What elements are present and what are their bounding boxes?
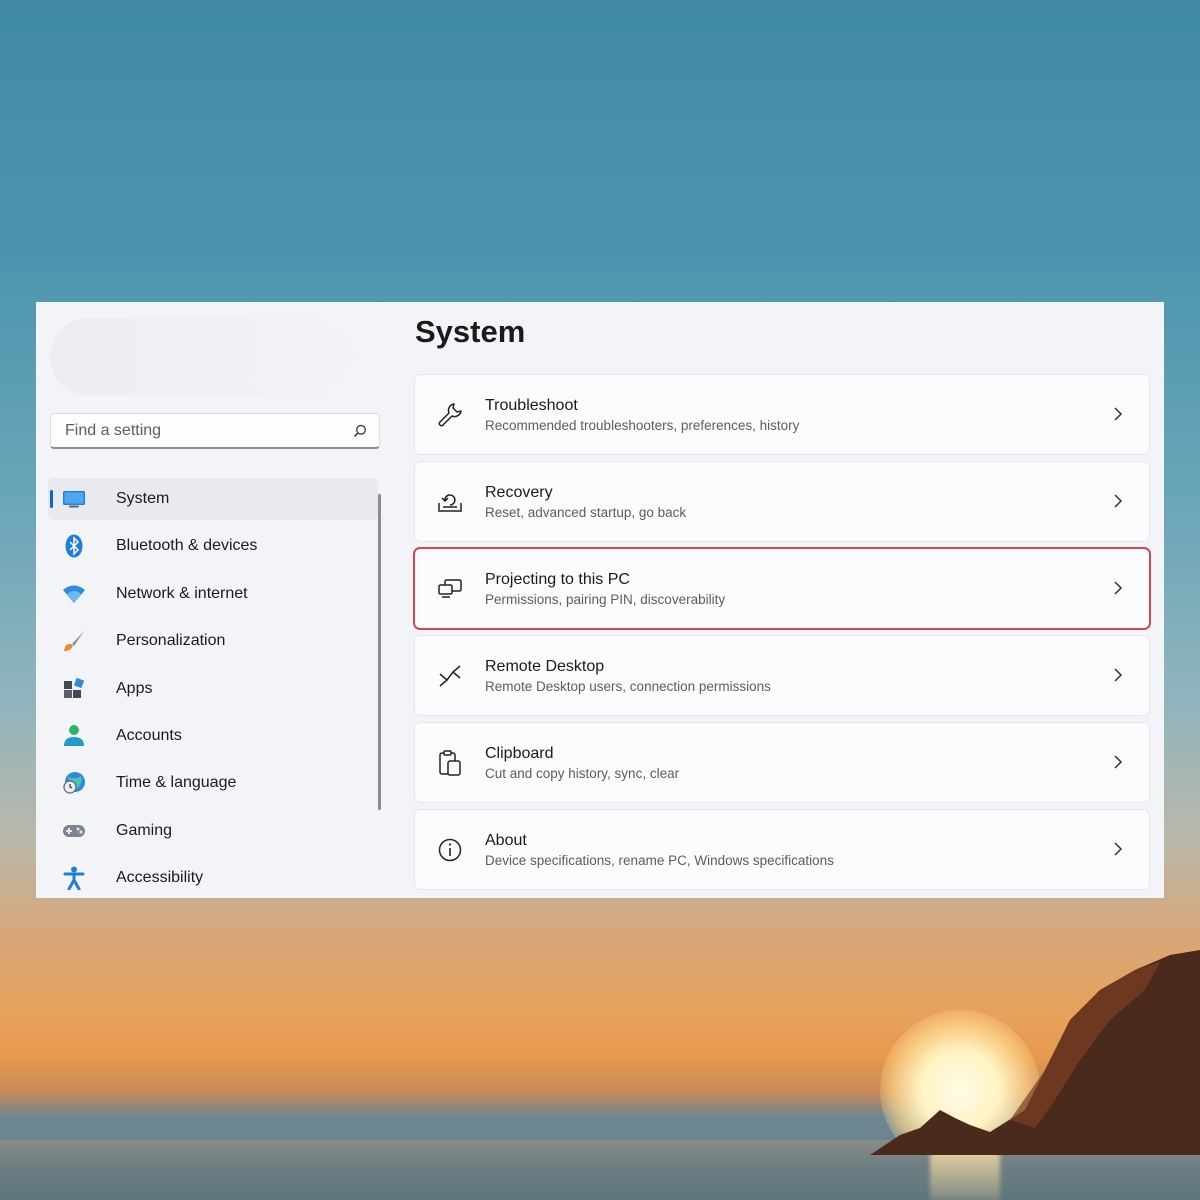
card-subtitle: Permissions, pairing PIN, discoverabilit… <box>485 592 726 607</box>
card-title: About <box>485 832 527 849</box>
wrench-icon <box>435 400 465 430</box>
sidebar-scrollbar[interactable] <box>378 494 381 810</box>
projecting-icon <box>435 574 465 604</box>
sidebar-item-network[interactable]: Network & internet <box>48 573 378 615</box>
card-title: Recovery <box>485 484 553 501</box>
sidebar-item-personalization[interactable]: Personalization <box>48 620 378 662</box>
card-clipboard[interactable]: Clipboard Cut and copy history, sync, cl… <box>415 723 1149 802</box>
sidebar-item-label: Apps <box>116 679 153 697</box>
info-icon <box>435 835 465 865</box>
sidebar-item-gaming[interactable]: Gaming <box>48 810 378 852</box>
brush-icon <box>62 629 86 653</box>
accessibility-icon <box>62 866 86 891</box>
chevron-right-icon <box>1114 755 1123 769</box>
wifi-icon <box>62 582 86 606</box>
card-subtitle: Cut and copy history, sync, clear <box>485 766 680 781</box>
sidebar-item-label: System <box>116 490 170 507</box>
card-subtitle: Remote Desktop users, connection permiss… <box>485 679 771 694</box>
sidebar-item-label: Bluetooth & devices <box>116 537 258 555</box>
settings-window: System Bluetooth & devices Network & int… <box>36 302 1164 898</box>
chevron-right-icon <box>1114 581 1123 595</box>
sidebar-item-time-language[interactable]: Time & language <box>48 762 378 804</box>
card-title: Projecting to this PC <box>485 571 630 588</box>
page-title: System <box>415 314 526 349</box>
chevron-right-icon <box>1114 407 1123 421</box>
person-icon <box>62 724 86 748</box>
chevron-right-icon <box>1114 668 1123 682</box>
settings-list: Troubleshoot Recommended troubleshooters… <box>415 375 1149 897</box>
search-icon[interactable] <box>353 424 367 438</box>
card-recovery[interactable]: Recovery Reset, advanced startup, go bac… <box>415 462 1149 541</box>
card-title: Troubleshoot <box>485 397 578 414</box>
sidebar-item-label: Network & internet <box>116 584 248 602</box>
card-about[interactable]: About Device specifications, rename PC, … <box>415 810 1149 889</box>
active-indicator <box>50 490 53 508</box>
remote-desktop-icon <box>435 661 465 691</box>
sidebar-item-label: Gaming <box>116 821 173 839</box>
sidebar-item-label: Time & language <box>116 774 237 792</box>
bluetooth-icon <box>62 534 86 558</box>
card-projecting-to-this-pc[interactable]: Projecting to this PC Permissions, pairi… <box>415 549 1149 628</box>
user-profile-card[interactable] <box>50 318 354 396</box>
card-title: Remote Desktop <box>485 658 605 675</box>
card-subtitle: Device specifications, rename PC, Window… <box>485 853 834 868</box>
sidebar-item-bluetooth[interactable]: Bluetooth & devices <box>48 525 378 567</box>
recovery-icon <box>435 487 465 517</box>
sidebar-item-system[interactable]: System <box>48 478 378 520</box>
sidebar-item-accounts[interactable]: Accounts <box>48 715 378 757</box>
card-subtitle: Reset, advanced startup, go back <box>485 505 687 520</box>
clipboard-icon <box>435 748 465 778</box>
sidebar-item-label: Personalization <box>116 632 226 650</box>
card-remote-desktop[interactable]: Remote Desktop Remote Desktop users, con… <box>415 636 1149 715</box>
globe-clock-icon <box>62 771 86 795</box>
sidebar-nav: System Bluetooth & devices Network & int… <box>48 478 378 898</box>
chevron-right-icon <box>1114 494 1123 508</box>
card-title: Clipboard <box>485 745 554 762</box>
sidebar-item-label: Accessibility <box>116 869 204 887</box>
sidebar-item-label: Accounts <box>116 726 182 744</box>
apps-icon <box>62 677 86 701</box>
sidebar-item-accessibility[interactable]: Accessibility <box>48 857 378 898</box>
card-troubleshoot[interactable]: Troubleshoot Recommended troubleshooters… <box>415 375 1149 454</box>
sidebar-item-apps[interactable]: Apps <box>48 668 378 710</box>
chevron-right-icon <box>1114 842 1123 856</box>
wallpaper-cliff <box>870 950 1200 1155</box>
monitor-icon <box>62 487 86 511</box>
search-input[interactable] <box>63 420 337 441</box>
search-box[interactable] <box>50 413 380 449</box>
card-subtitle: Recommended troubleshooters, preferences… <box>485 418 800 433</box>
gamepad-icon <box>62 819 86 843</box>
